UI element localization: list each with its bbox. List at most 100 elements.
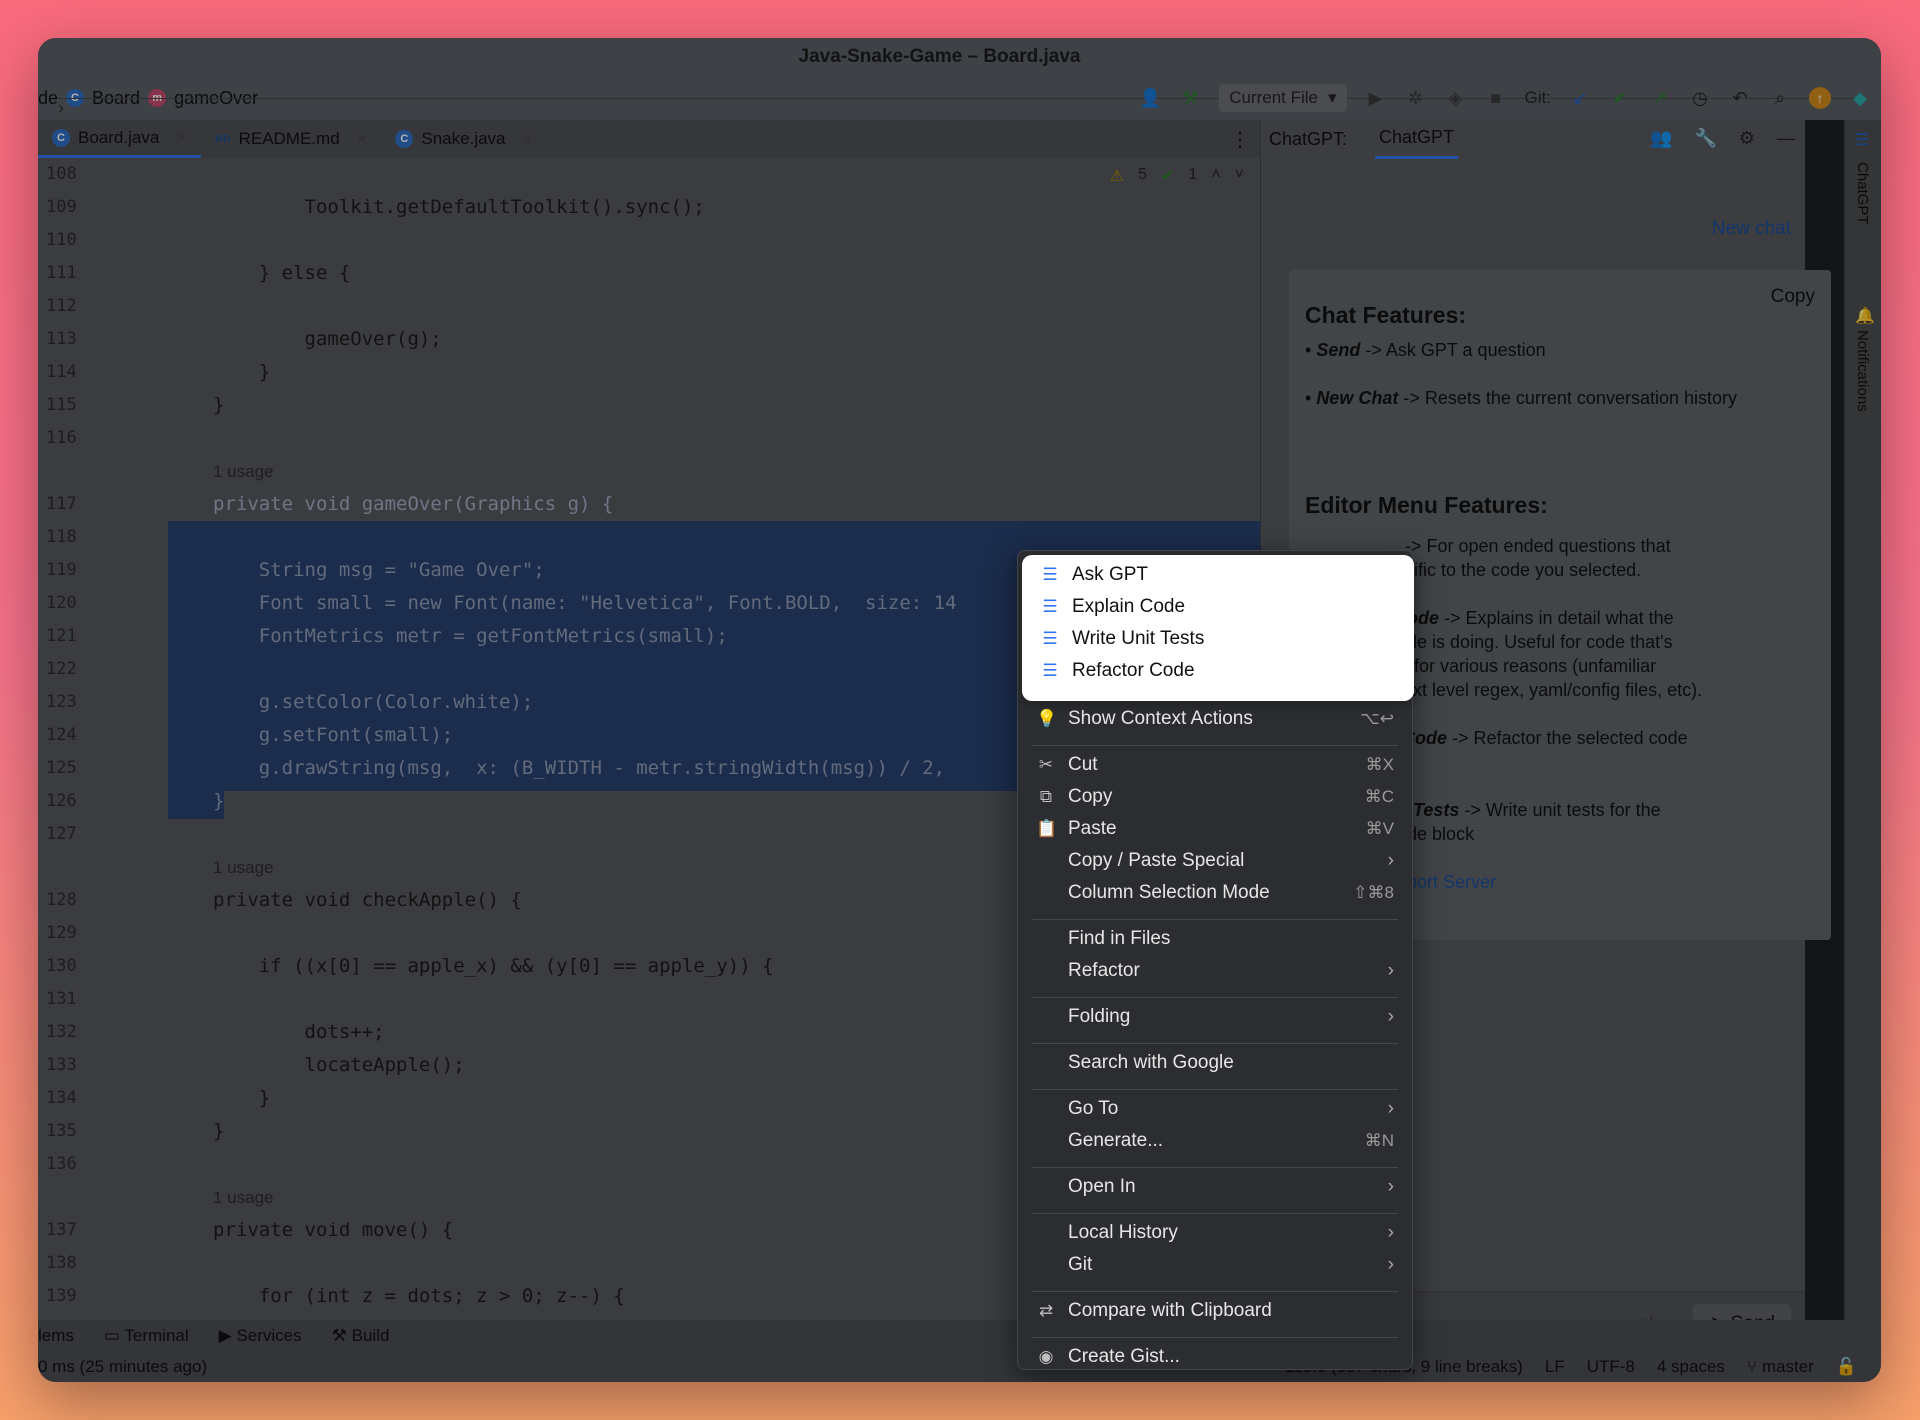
update-icon[interactable]: ↑ (1809, 87, 1831, 109)
menu-item-label: Search with Google (1068, 1052, 1234, 1073)
tab-chatgpt[interactable]: ChatGPT (1375, 119, 1459, 159)
copy-button[interactable]: Copy (1771, 286, 1815, 308)
menu-item-write-unit-tests[interactable]: ☰ Write Unit Tests (1022, 623, 1414, 655)
plugin-icon[interactable]: ◆ (1849, 87, 1871, 109)
debug-icon[interactable]: ✲ (1405, 87, 1427, 109)
menu-item-copy-paste-special[interactable]: Copy / Paste Special › (1018, 845, 1412, 877)
chevron-right-icon: › (1387, 1006, 1394, 1027)
services-tool[interactable]: ▶ Services (219, 1326, 302, 1346)
menu-item-column-selection-mode[interactable]: Column Selection Mode ⇧⌘8 (1018, 877, 1412, 909)
line-number: 123 (46, 692, 77, 712)
code-text: } (213, 790, 225, 812)
menu-item-refactor-code[interactable]: ☰ Refactor Code (1022, 655, 1414, 687)
close-icon[interactable]: ✕ (356, 131, 368, 148)
code-text: } (213, 394, 225, 416)
indent-setting[interactable]: 4 spaces (1657, 1357, 1725, 1377)
close-icon[interactable]: ✕ (522, 131, 534, 148)
menu-item-open-in[interactable]: Open In › (1018, 1171, 1412, 1203)
coverage-icon[interactable]: ◈ (1445, 87, 1467, 109)
tab-label: Snake.java (421, 129, 506, 148)
more-tabs-icon[interactable]: ⋮ (1230, 127, 1250, 152)
menu-item-compare-with-clipboard[interactable]: ⇄ Compare with Clipboard (1018, 1295, 1412, 1327)
bulb-icon: 💡 (1036, 709, 1058, 728)
file-encoding[interactable]: UTF-8 (1587, 1357, 1635, 1377)
history-icon[interactable]: ◷ (1689, 87, 1711, 109)
chat-header-label: ChatGPT: (1269, 128, 1348, 149)
line-number: 126 (46, 791, 77, 811)
chatgpt-tool-label[interactable]: ChatGPT (1854, 162, 1871, 225)
code-text: String msg = "Game Over"; (213, 559, 545, 581)
menu-item-generate[interactable]: Generate... ⌘N (1018, 1125, 1412, 1157)
menu-item-explain-code[interactable]: ☰ Explain Code (1022, 591, 1414, 623)
paste-icon: 📋 (1036, 819, 1058, 838)
explain-line2: d code is doing. Useful for code that's (1373, 632, 1673, 652)
stop-icon[interactable]: ■ (1485, 87, 1507, 109)
support-server-link[interactable]: Support Server (1375, 870, 1825, 894)
terminal-icon: ▭ (103, 1326, 120, 1345)
menu-item-paste[interactable]: 📋 Paste ⌘V (1018, 813, 1412, 845)
code-text: } else { (213, 262, 351, 284)
line-number: 114 (46, 362, 77, 382)
menu-item-find-in-files[interactable]: Find in Files (1018, 923, 1412, 955)
gear-icon[interactable]: ⚙ (1739, 128, 1755, 149)
line-number: 136 (46, 1154, 77, 1174)
line-separator[interactable]: LF (1545, 1357, 1565, 1377)
problems-tool[interactable]: lems (38, 1326, 74, 1346)
menu-item-show-context-actions[interactable]: 💡 Show Context Actions ⌥↩ (1018, 703, 1412, 735)
menu-separator (1032, 1167, 1398, 1168)
git-update-icon[interactable]: ↙ (1569, 87, 1591, 109)
tab-label: README.md (238, 129, 340, 148)
menu-item-search-with-google[interactable]: Search with Google (1018, 1047, 1412, 1079)
menu-item-ask-gpt[interactable]: ☰ Ask GPT (1022, 559, 1414, 591)
git-branch[interactable]: ⑂ master (1747, 1357, 1814, 1377)
run-icon[interactable]: ▶ (1365, 87, 1387, 109)
minimize-icon[interactable]: — (1777, 128, 1795, 149)
status-message: 0 ms (25 minutes ago) (38, 1357, 208, 1376)
menu-item-go-to[interactable]: Go To › (1018, 1093, 1412, 1125)
lock-icon[interactable]: 🔓 (1836, 1357, 1857, 1377)
send-key: Send (1316, 340, 1361, 360)
menu-item-label: Cut (1068, 754, 1098, 775)
code-text: Font small = new Font(name: "Helvetica",… (213, 592, 957, 614)
build-hammer-icon[interactable]: ⚒ (1179, 87, 1201, 109)
menu-item-copy[interactable]: ⧉ Copy ⌘C (1018, 781, 1412, 813)
chatgpt-tool-icon[interactable]: ☰ (1855, 130, 1869, 150)
menu-item-label: Copy (1068, 786, 1113, 807)
chatgpt-icon: ☰ (1042, 565, 1058, 584)
account-icon[interactable]: 👤 (1139, 87, 1161, 109)
menu-item-label: Open In (1068, 1176, 1136, 1197)
build-tool[interactable]: ⚒ Build (332, 1326, 390, 1346)
tab-readme[interactable]: MD README.md ✕ (201, 120, 381, 158)
window-title: Java-Snake-Game – Board.java (798, 46, 1081, 67)
menu-item-label: Generate... (1068, 1130, 1164, 1151)
git-commit-icon[interactable]: ✔ (1609, 87, 1631, 109)
terminal-tool[interactable]: ▭ Terminal (104, 1326, 189, 1346)
breadcrumb-root[interactable]: de (38, 88, 58, 109)
run-configuration-select[interactable]: Current File ▾ (1219, 84, 1347, 112)
new-chat-link[interactable]: New chat (1712, 218, 1791, 240)
menu-item-refactor[interactable]: Refactor › (1018, 955, 1412, 987)
close-icon[interactable]: ✕ (175, 129, 187, 146)
tab-board-java[interactable]: C Board.java ✕ (38, 120, 202, 158)
bell-icon[interactable]: 🔔 (1855, 306, 1875, 326)
branch-label: master (1761, 1357, 1814, 1376)
rollback-icon[interactable]: ↶ (1729, 87, 1751, 109)
menu-separator (1032, 1213, 1398, 1214)
menu-item-git[interactable]: Git › (1018, 1249, 1412, 1281)
menu-item-folding[interactable]: Folding › (1018, 1001, 1412, 1033)
users-icon[interactable]: 👥 (1650, 128, 1672, 149)
menu-item-label: Local History (1068, 1222, 1178, 1243)
menu-item-create-gist[interactable]: ◉ Create Gist... (1018, 1341, 1412, 1373)
line-number: 116 (46, 428, 77, 448)
tab-snake-java[interactable]: C Snake.java ✕ (381, 120, 547, 158)
line-number: 120 (46, 593, 77, 613)
usage-hint: 1 usage (213, 1188, 274, 1207)
line-number: 129 (46, 923, 77, 943)
search-icon[interactable]: ⌕ (1769, 87, 1791, 109)
wrench-icon[interactable]: 🔧 (1694, 128, 1716, 149)
notifications-tool-label[interactable]: Notifications (1854, 330, 1871, 412)
menu-item-local-history[interactable]: Local History › (1018, 1217, 1412, 1249)
tests-line2: d code block (1373, 824, 1475, 844)
menu-item-cut[interactable]: ✂ Cut ⌘X (1018, 749, 1412, 781)
git-push-icon[interactable]: ↗ (1649, 87, 1671, 109)
